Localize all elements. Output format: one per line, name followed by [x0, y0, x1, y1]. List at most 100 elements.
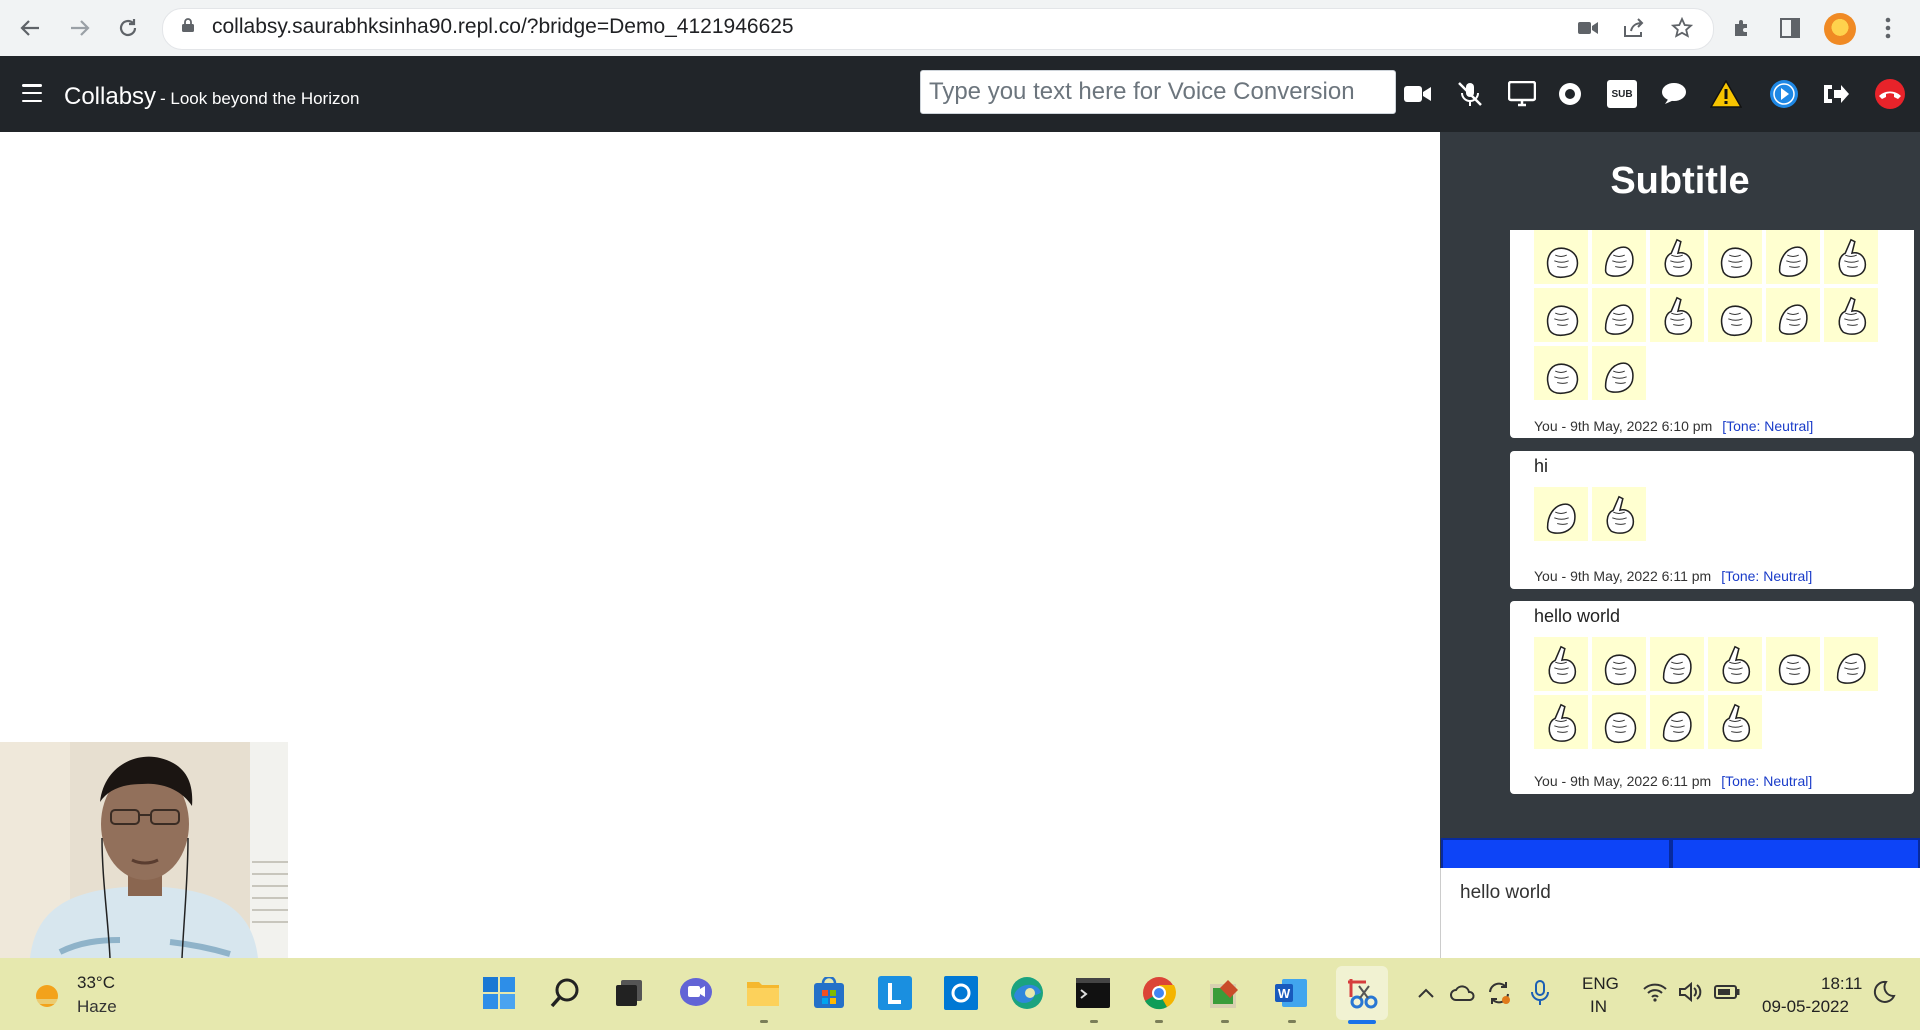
search-icon[interactable]	[544, 972, 586, 1014]
sign-hand-image	[1708, 230, 1762, 284]
message-text: hello world	[1534, 606, 1621, 626]
subtitle-input-text[interactable]: hello world	[1460, 882, 1551, 904]
battery-icon[interactable]	[1714, 984, 1740, 1005]
end-call-icon[interactable]	[1874, 78, 1906, 110]
edge-browser-icon[interactable]	[1006, 972, 1048, 1014]
language-region[interactable]: IN	[1590, 997, 1607, 1017]
sign-hand-image	[1824, 230, 1878, 284]
onedrive-cloud-icon[interactable]	[1450, 984, 1476, 1007]
play-icon[interactable]	[1768, 78, 1800, 110]
show-hidden-icons-chevron-icon[interactable]	[1416, 984, 1436, 1005]
sign-hand-image	[1708, 637, 1762, 691]
message-tone[interactable]: [Tone: Neutral]	[1721, 568, 1812, 584]
sign-hand-image	[1592, 637, 1646, 691]
listen-button[interactable]	[1671, 838, 1920, 868]
microsoft-store-icon[interactable]	[808, 972, 850, 1014]
sign-hand-image	[1534, 230, 1588, 284]
side-panel-icon[interactable]	[1776, 14, 1804, 42]
paint-app-icon[interactable]	[1204, 972, 1246, 1014]
sign-hand-image	[1824, 288, 1878, 342]
sign-hand-image	[1592, 230, 1646, 284]
sign-hand-image	[1650, 288, 1704, 342]
wifi-icon[interactable]	[1642, 982, 1668, 1007]
subtitles-icon[interactable]: SUB	[1606, 78, 1638, 110]
panel-button-row	[1441, 838, 1920, 868]
language-indicator[interactable]: ENG	[1582, 974, 1619, 994]
running-indicator	[1288, 1020, 1296, 1023]
sign-language-images	[1534, 637, 1894, 749]
svg-text:W: W	[1278, 986, 1291, 1001]
weather-condition[interactable]: Haze	[77, 997, 117, 1017]
running-indicator	[1221, 1020, 1229, 1023]
subtitle-message: hi You - 9th May, 2022 6:11 pm [Tone: Neu…	[1510, 451, 1914, 589]
brand-name[interactable]: Collabsy	[64, 83, 156, 111]
weather-temperature[interactable]: 33°C	[77, 973, 115, 993]
start-menu-icon[interactable]	[478, 972, 520, 1014]
star-icon[interactable]	[1668, 14, 1696, 42]
message-author: You - 9th May, 2022 6:11 pm	[1534, 568, 1712, 584]
sign-hand-image	[1592, 487, 1646, 541]
lock-icon[interactable]	[182, 18, 194, 32]
sync-icon[interactable]	[1486, 980, 1512, 1011]
weather-sun-icon[interactable]	[30, 978, 64, 1012]
subtitle-message: You - 9th May, 2022 6:10 pm [Tone: Neutra…	[1510, 230, 1914, 438]
running-indicator	[1155, 1020, 1163, 1023]
sign-hand-image	[1592, 288, 1646, 342]
profile-avatar[interactable]	[1824, 13, 1856, 45]
warning-icon[interactable]	[1710, 78, 1742, 110]
microphone-icon[interactable]	[1530, 980, 1550, 1011]
snipping-tool-icon[interactable]	[1341, 972, 1383, 1014]
terminal-icon[interactable]	[1072, 972, 1114, 1014]
sign-hand-image	[1708, 288, 1762, 342]
sign-language-images	[1534, 487, 1894, 541]
teams-chat-icon[interactable]	[675, 972, 717, 1014]
message-tone[interactable]: [Tone: Neutral]	[1721, 773, 1812, 789]
active-app-indicator	[1348, 1020, 1376, 1024]
back-arrow-icon[interactable]	[14, 12, 46, 44]
reload-icon[interactable]	[112, 12, 144, 44]
sign-hand-image	[1766, 637, 1820, 691]
message-meta: You - 9th May, 2022 6:10 pm [Tone: Neutra…	[1534, 418, 1813, 434]
l-app-icon[interactable]	[874, 972, 916, 1014]
sign-hand-image	[1534, 288, 1588, 342]
sign-hand-image	[1766, 230, 1820, 284]
subtitle-message: hello world You - 9th May, 2022 6:11 pm […	[1510, 601, 1914, 794]
message-meta: You - 9th May, 2022 6:11 pm [Tone: Neutra…	[1534, 773, 1812, 789]
file-explorer-icon[interactable]	[742, 972, 784, 1014]
sign-hand-image	[1650, 637, 1704, 691]
sign-hand-image	[1824, 637, 1878, 691]
clock-date[interactable]: 09-05-2022	[1762, 997, 1849, 1017]
menu-dots-icon[interactable]	[1874, 14, 1902, 42]
task-view-icon[interactable]	[608, 972, 650, 1014]
record-icon[interactable]	[1554, 78, 1586, 110]
hamburger-menu-icon[interactable]	[22, 84, 42, 102]
sign-hand-image	[1592, 695, 1646, 749]
self-video	[0, 742, 288, 958]
sign-language-images	[1534, 230, 1894, 400]
clock-time[interactable]: 18:11	[1821, 974, 1862, 994]
exit-icon[interactable]	[1820, 78, 1852, 110]
do-not-disturb-moon-icon[interactable]	[1872, 980, 1896, 1009]
url-text[interactable]: collabsy.saurabhksinha90.repl.co/?bridge…	[212, 15, 794, 39]
chrome-browser-icon[interactable]	[1138, 972, 1180, 1014]
sign-hand-image	[1534, 637, 1588, 691]
sign-hand-image	[1650, 230, 1704, 284]
message-meta: You - 9th May, 2022 6:11 pm [Tone: Neutra…	[1534, 568, 1812, 584]
running-indicator	[760, 1020, 768, 1023]
chat-icon[interactable]	[1658, 78, 1690, 110]
screen-share-icon[interactable]	[1506, 78, 1538, 110]
volume-icon[interactable]	[1678, 981, 1702, 1007]
extensions-icon[interactable]	[1728, 14, 1756, 42]
sign-hand-image	[1534, 695, 1588, 749]
share-icon[interactable]	[1620, 14, 1648, 42]
camera-icon[interactable]	[1574, 14, 1602, 42]
cortana-icon[interactable]	[940, 972, 982, 1014]
word-icon[interactable]: W	[1270, 972, 1312, 1014]
voice-conversion-input[interactable]	[920, 70, 1396, 114]
sign-hand-image	[1766, 288, 1820, 342]
submit-button[interactable]	[1441, 838, 1671, 868]
message-tone[interactable]: [Tone: Neutral]	[1722, 418, 1813, 434]
forward-arrow-icon[interactable]	[64, 12, 96, 44]
mic-muted-icon[interactable]	[1454, 78, 1486, 110]
video-camera-icon[interactable]	[1402, 78, 1434, 110]
